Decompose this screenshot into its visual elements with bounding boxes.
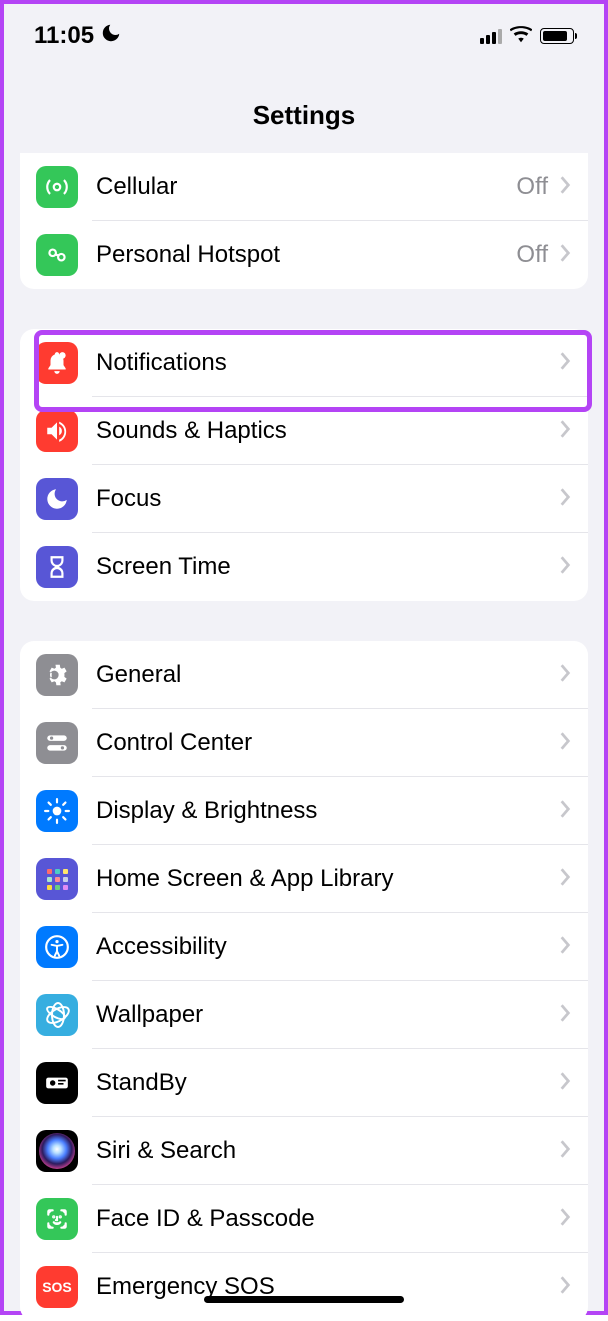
row-label: Notifications bbox=[96, 349, 558, 377]
display-icon bbox=[36, 790, 78, 832]
control-center-icon bbox=[36, 722, 78, 764]
row-label: Focus bbox=[96, 485, 558, 513]
row-label: Wallpaper bbox=[96, 1001, 558, 1029]
chevron-right-icon bbox=[558, 419, 572, 444]
chevron-right-icon bbox=[558, 1275, 572, 1300]
general-icon bbox=[36, 654, 78, 696]
row-label: Sounds & Haptics bbox=[96, 417, 558, 445]
settings-row-standby[interactable]: StandBy bbox=[20, 1049, 588, 1117]
row-label: Display & Brightness bbox=[96, 797, 558, 825]
status-right bbox=[480, 25, 574, 48]
screentime-icon bbox=[36, 546, 78, 588]
chevron-right-icon bbox=[558, 799, 572, 824]
row-label: Cellular bbox=[96, 173, 516, 201]
settings-row-notifications[interactable]: Notifications bbox=[20, 329, 588, 397]
cellular-signal-icon bbox=[480, 29, 502, 44]
wallpaper-icon bbox=[36, 994, 78, 1036]
row-label: Accessibility bbox=[96, 933, 558, 961]
header: Settings bbox=[4, 60, 604, 155]
chevron-right-icon bbox=[558, 175, 572, 200]
settings-row-wallpaper[interactable]: Wallpaper bbox=[20, 981, 588, 1049]
row-value: Off bbox=[516, 173, 548, 201]
settings-row-display[interactable]: Display & Brightness bbox=[20, 777, 588, 845]
chevron-right-icon bbox=[558, 351, 572, 376]
settings-group-network: Cellular Off Personal Hotspot Off bbox=[20, 153, 588, 289]
row-label: Personal Hotspot bbox=[96, 241, 516, 269]
siri-icon bbox=[36, 1130, 78, 1172]
standby-icon bbox=[36, 1062, 78, 1104]
chevron-right-icon bbox=[558, 1207, 572, 1232]
time: 11:05 bbox=[34, 22, 94, 50]
hotspot-icon bbox=[36, 234, 78, 276]
accessibility-icon bbox=[36, 926, 78, 968]
row-value: Off bbox=[516, 241, 548, 269]
faceid-icon bbox=[36, 1198, 78, 1240]
chevron-right-icon bbox=[558, 1071, 572, 1096]
settings-row-control-center[interactable]: Control Center bbox=[20, 709, 588, 777]
settings-row-siri[interactable]: Siri & Search bbox=[20, 1117, 588, 1185]
focus-icon bbox=[36, 478, 78, 520]
settings-row-screentime[interactable]: Screen Time bbox=[20, 533, 588, 601]
row-label: General bbox=[96, 661, 558, 689]
homescreen-icon bbox=[36, 858, 78, 900]
settings-row-homescreen[interactable]: Home Screen & App Library bbox=[20, 845, 588, 913]
row-label: StandBy bbox=[96, 1069, 558, 1097]
chevron-right-icon bbox=[558, 935, 572, 960]
chevron-right-icon bbox=[558, 1003, 572, 1028]
settings-screen: 11:05 Settings bbox=[4, 4, 604, 1311]
emergency-sos-icon: SOS bbox=[36, 1266, 78, 1308]
row-label: Face ID & Passcode bbox=[96, 1205, 558, 1233]
notifications-icon bbox=[36, 342, 78, 384]
home-indicator[interactable] bbox=[204, 1296, 404, 1303]
row-label: Screen Time bbox=[96, 553, 558, 581]
status-left: 11:05 bbox=[34, 22, 122, 50]
row-label: Siri & Search bbox=[96, 1137, 558, 1165]
settings-row-focus[interactable]: Focus bbox=[20, 465, 588, 533]
chevron-right-icon bbox=[558, 867, 572, 892]
cellular-icon bbox=[36, 166, 78, 208]
row-label: Home Screen & App Library bbox=[96, 865, 558, 893]
settings-row-emergency-sos[interactable]: SOS Emergency SOS bbox=[20, 1253, 588, 1321]
settings-row-cellular[interactable]: Cellular Off bbox=[20, 153, 588, 221]
settings-row-general[interactable]: General bbox=[20, 641, 588, 709]
settings-row-faceid[interactable]: Face ID & Passcode bbox=[20, 1185, 588, 1253]
wifi-icon bbox=[510, 25, 532, 48]
settings-group-general: General Control Center Display & Brightn… bbox=[20, 641, 588, 1321]
settings-row-hotspot[interactable]: Personal Hotspot Off bbox=[20, 221, 588, 289]
settings-row-sounds[interactable]: Sounds & Haptics bbox=[20, 397, 588, 465]
status-bar: 11:05 bbox=[4, 4, 604, 60]
settings-content[interactable]: Cellular Off Personal Hotspot Off Notifi… bbox=[4, 153, 604, 1321]
sounds-icon bbox=[36, 410, 78, 452]
chevron-right-icon bbox=[558, 663, 572, 688]
chevron-right-icon bbox=[558, 243, 572, 268]
row-label: Control Center bbox=[96, 729, 558, 757]
chevron-right-icon bbox=[558, 487, 572, 512]
settings-row-accessibility[interactable]: Accessibility bbox=[20, 913, 588, 981]
battery-icon bbox=[540, 28, 574, 44]
focus-moon-icon bbox=[100, 22, 122, 50]
page-title: Settings bbox=[4, 100, 604, 131]
chevron-right-icon bbox=[558, 555, 572, 580]
chevron-right-icon bbox=[558, 1139, 572, 1164]
chevron-right-icon bbox=[558, 731, 572, 756]
settings-group-attention: Notifications Sounds & Haptics Focus bbox=[20, 329, 588, 601]
